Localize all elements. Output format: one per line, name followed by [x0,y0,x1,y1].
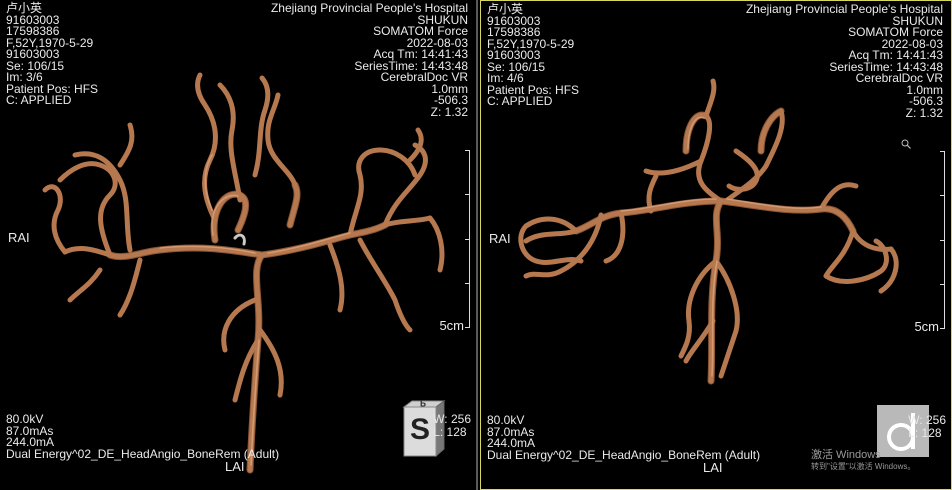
zoom-factor: Z: 1.32 [430,104,468,119]
orientation-label-left: RAI [489,231,511,246]
orientation-label-left: RAI [8,230,30,245]
window-level: L: 128 [908,426,942,440]
cube-top-label: P [420,398,427,408]
zoom-factor: Z: 1.32 [905,105,943,120]
technique-info-left: 80.0kV 87.0mAs 244.0mA Dual Energy^02_DE… [6,413,280,461]
viewport-left[interactable]: 卢小英 91603003 17598386 F,52Y,1970-5-29 91… [0,0,478,490]
orientation-label-bottom: LAI [225,459,245,474]
scale-bar [940,151,945,329]
window-level-left: W: 256 L: 128 [433,413,471,439]
study-info-left: Zhejiang Provincial People's Hospital SH… [271,2,468,119]
window-level: L: 128 [433,425,467,439]
scale-bar [465,150,470,328]
study-info-right: Zhejiang Provincial People's Hospital SH… [746,3,943,120]
patient-info-right: 卢小英 91603003 17598386 F,52Y,1970-5-29 91… [487,3,579,108]
window-level-right: W: 256 L: 128 [908,414,946,440]
watermark-subtitle: 转到"设置"以激活 Windows。 [811,462,916,471]
technique-info-right: 80.0kV 87.0mAs 244.0mA Dual Energy^02_DE… [487,414,761,462]
watermark-title: 激活 Windows [811,449,881,461]
magnifier-icon [901,139,911,149]
contrast-status: C: APPLIED [6,93,72,107]
protocol-name: Dual Energy^02_DE_HeadAngio_BoneRem (Adu… [6,446,280,461]
scale-label: 5cm [914,319,939,334]
protocol-name: Dual Energy^02_DE_HeadAngio_BoneRem (Adu… [487,447,761,462]
scale-label: 5cm [439,318,464,333]
viewport-right[interactable]: 卢小英 91603003 17598386 F,52Y,1970-5-29 91… [480,0,952,490]
cube-face-label: S [410,413,431,446]
activation-watermark: 激活 Windows 转到"设置"以激活 Windows。 [811,449,915,473]
contrast-status: C: APPLIED [487,94,553,108]
orientation-label-bottom: LAI [703,460,723,475]
patient-info-left: 卢小英 91603003 17598386 F,52Y,1970-5-29 91… [6,2,98,107]
